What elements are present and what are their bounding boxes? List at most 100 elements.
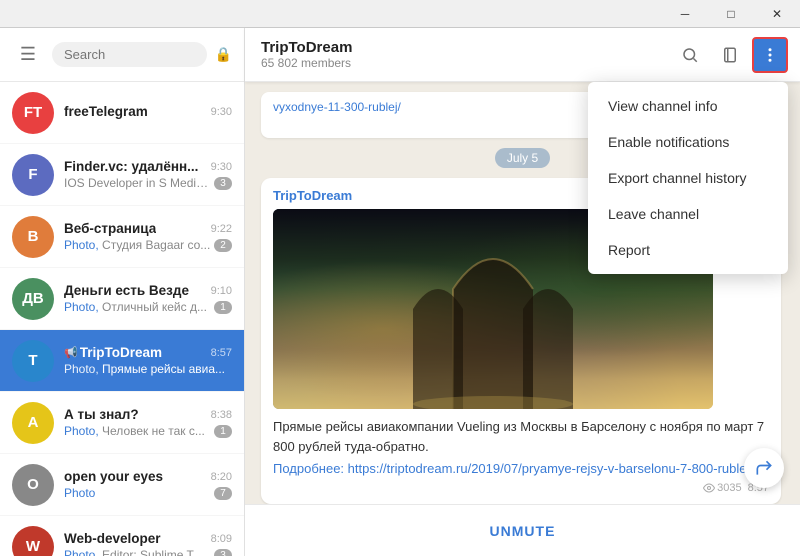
- chat-time: 8:09: [211, 533, 232, 545]
- message-text: Прямые рейсы авиакомпании Vueling из Мос…: [273, 417, 769, 456]
- chat-preview-text: Photo, Прямые рейсы авиа...: [64, 362, 225, 376]
- chat-header-name: TripToDream: [261, 39, 672, 56]
- chat-item-a-ty-znal[interactable]: А А ты знал? 8:38 Photo, Человек не так …: [0, 392, 244, 454]
- search-input[interactable]: [64, 47, 195, 62]
- context-menu: View channel infoEnable notificationsExp…: [588, 82, 788, 274]
- sidebar: ☰ 🔒 FT freeTelegram 9:30: [0, 28, 245, 556]
- chat-item-web-stranica[interactable]: В Веб-страница 9:22 Photo, Студия Bagaar…: [0, 206, 244, 268]
- chat-info: Finder.vc: удалённ... 9:30 IOS Developer…: [64, 159, 232, 190]
- chat-footer: UNMUTE: [245, 504, 800, 556]
- chat-item-trip-to-dream[interactable]: T 📢 TripToDream 8:57 Photo, Прямые рейсы…: [0, 330, 244, 392]
- chat-name-row: Веб-страница 9:22: [64, 221, 232, 236]
- avatar: W: [12, 526, 54, 556]
- context-menu-item-0[interactable]: View channel info: [588, 88, 788, 124]
- chat-name: Веб-страница: [64, 221, 156, 236]
- avatar: FT: [12, 92, 54, 134]
- chat-info: freeTelegram 9:30: [64, 104, 232, 121]
- chat-name: Деньги есть Везде: [64, 283, 189, 298]
- maximize-button[interactable]: □: [708, 0, 754, 28]
- search-bar[interactable]: [52, 42, 207, 67]
- chat-info: 📢 TripToDream 8:57 Photo, Прямые рейсы а…: [64, 345, 232, 376]
- app-container: ☰ 🔒 FT freeTelegram 9:30: [0, 28, 800, 556]
- chat-preview-text: IOS Developer in S Media ...: [64, 176, 214, 190]
- chat-time: 9:30: [211, 106, 232, 118]
- titlebar: ─ □ ✕: [0, 0, 800, 28]
- chat-preview: Photo, Отличный кейс д... 1: [64, 300, 232, 314]
- badge: 1: [214, 425, 232, 438]
- search-header-button[interactable]: [672, 37, 708, 73]
- minimize-button[interactable]: ─: [662, 0, 708, 28]
- chat-item-free-telegram[interactable]: FT freeTelegram 9:30: [0, 82, 244, 144]
- close-button[interactable]: ✕: [754, 0, 800, 28]
- chat-name-row: open your eyes 8:20: [64, 469, 232, 484]
- chat-header-info: TripToDream 65 802 members: [261, 39, 672, 70]
- context-menu-item-1[interactable]: Enable notifications: [588, 124, 788, 160]
- chat-name: open your eyes: [64, 469, 163, 484]
- forward-button[interactable]: [744, 448, 784, 488]
- sidebar-header: ☰ 🔒: [0, 28, 244, 82]
- badge: 7: [214, 487, 232, 500]
- chat-name: freeTelegram: [64, 104, 148, 119]
- context-menu-item-4[interactable]: Report: [588, 232, 788, 268]
- chat-time: 9:30: [211, 161, 232, 173]
- unmute-button[interactable]: UNMUTE: [490, 523, 556, 539]
- chat-preview: Photo, Студия Bagaar со... 2: [64, 238, 232, 252]
- lock-icon: 🔒: [215, 46, 232, 63]
- chat-name-row: freeTelegram 9:30: [64, 104, 232, 119]
- chat-item-finder-vc[interactable]: F Finder.vc: удалённ... 9:30 IOS Develop…: [0, 144, 244, 206]
- chat-info: А ты знал? 8:38 Photo, Человек не так с.…: [64, 407, 232, 438]
- header-icons: [672, 37, 788, 73]
- message-meta: 3035 8:57: [273, 482, 769, 494]
- chat-preview: Photo 7: [64, 486, 232, 500]
- chat-preview-text: Photo, Editor: Sublime T...: [64, 548, 203, 556]
- chat-name-row: Деньги есть Везде 9:10: [64, 283, 232, 298]
- chat-item-web-developer[interactable]: W Web-developer 8:09 Photo, Editor: Subl…: [0, 516, 244, 556]
- more-options-button[interactable]: [752, 37, 788, 73]
- avatar: ДВ: [12, 278, 54, 320]
- context-menu-item-2[interactable]: Export channel history: [588, 160, 788, 196]
- chat-preview-text: Photo, Отличный кейс д...: [64, 300, 207, 314]
- chat-name: TripToDream: [80, 345, 162, 360]
- chat-preview: Photo, Прямые рейсы авиа...: [64, 362, 232, 376]
- chat-name-row: 📢 TripToDream 8:57: [64, 345, 232, 360]
- chat-name-row: Finder.vc: удалённ... 9:30: [64, 159, 232, 174]
- chat-name: Finder.vc: удалённ...: [64, 159, 198, 174]
- message-views: 3035: [703, 482, 741, 494]
- chat-header-sub: 65 802 members: [261, 56, 672, 70]
- chat-preview: IOS Developer in S Media ... 3: [64, 176, 232, 190]
- chat-info: Деньги есть Везде 9:10 Photo, Отличный к…: [64, 283, 232, 314]
- chat-name: Web-developer: [64, 531, 161, 546]
- chat-name-row: Web-developer 8:09: [64, 531, 232, 546]
- avatar: T: [12, 340, 54, 382]
- chat-name-row: А ты знал? 8:38: [64, 407, 232, 422]
- chat-header: TripToDream 65 802 members: [245, 28, 800, 82]
- chat-time: 9:22: [211, 223, 232, 235]
- chat-preview-text: Photo, Человек не так с...: [64, 424, 205, 438]
- channel-icon: 📢: [64, 346, 78, 359]
- chat-info: open your eyes 8:20 Photo 7: [64, 469, 232, 500]
- bookmarks-button[interactable]: [712, 37, 748, 73]
- date-pill: July 5: [495, 148, 550, 168]
- chat-preview-text: Photo, Студия Bagaar со...: [64, 238, 210, 252]
- badge: 3: [214, 177, 232, 190]
- chat-preview-text: Photo: [64, 486, 95, 500]
- avatar: F: [12, 154, 54, 196]
- chat-item-dengi[interactable]: ДВ Деньги есть Везде 9:10 Photo, Отличны…: [0, 268, 244, 330]
- chat-item-open-your-eyes[interactable]: O open your eyes 8:20 Photo 7: [0, 454, 244, 516]
- chat-preview: Photo, Editor: Sublime T... 3: [64, 548, 232, 556]
- avatar: А: [12, 402, 54, 444]
- context-menu-item-3[interactable]: Leave channel: [588, 196, 788, 232]
- main-chat: TripToDream 65 802 members: [245, 28, 800, 556]
- chat-preview: Photo, Человек не так с... 1: [64, 424, 232, 438]
- chat-list: FT freeTelegram 9:30 F: [0, 82, 244, 556]
- chat-time: 8:38: [211, 409, 232, 421]
- badge: 1: [214, 301, 232, 314]
- chat-time: 9:10: [211, 285, 232, 297]
- avatar: O: [12, 464, 54, 506]
- chat-info: Web-developer 8:09 Photo, Editor: Sublim…: [64, 531, 232, 556]
- message-link[interactable]: Подробнее: https://triptodream.ru/2019/0…: [273, 461, 753, 476]
- avatar: В: [12, 216, 54, 258]
- chat-time: 8:20: [211, 471, 232, 483]
- hamburger-button[interactable]: ☰: [12, 39, 44, 71]
- chat-time: 8:57: [211, 347, 232, 359]
